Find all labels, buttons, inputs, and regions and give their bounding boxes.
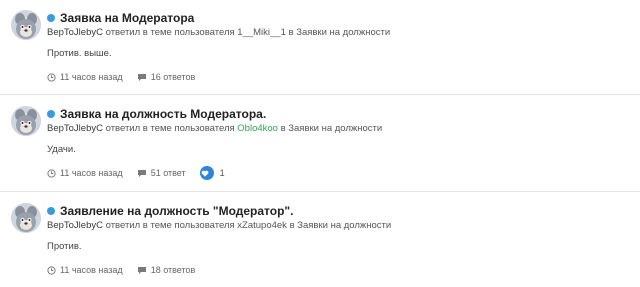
thread-starter-link[interactable]: Oblo4koo [237,123,278,134]
thread-title-row: Заявка на должность Модератора. [47,106,266,122]
in-text: в [288,27,294,38]
post-meta: BepToJlebyC ответил в теме пользователя … [47,220,391,234]
avatar[interactable] [11,203,41,233]
post-time[interactable]: 11 часов назад [60,265,123,275]
author-link[interactable]: BepToJlebyC [47,123,103,134]
post-time[interactable]: 11 часов назад [60,72,123,82]
comment-icon [137,266,146,274]
avatar[interactable] [11,106,41,136]
action-text: ответил в теме пользователя [105,220,235,231]
thread-title[interactable]: Заявка на должность Модератора. [60,107,266,121]
post-snippet: Против. [47,241,82,252]
feed-item: Заявка на Модератора BepToJlebyC ответил… [0,0,640,94]
feed-item: Заявка на должность Модератора. BepToJle… [0,96,640,191]
activity-feed: Заявка на Модератора BepToJlebyC ответил… [0,0,640,287]
time-stat: 11 часов назад [47,168,123,178]
replies-stat: 18 ответов [137,265,196,275]
likes-stat: 1 [199,166,225,180]
heart-icon [201,170,208,177]
feed-item: Заявление на должность "Модератор". BepT… [0,193,640,287]
action-text: ответил в теме пользователя [105,123,235,134]
thread-starter-link[interactable]: 1__Miki__1 [237,27,286,38]
in-text: в [289,220,295,231]
reply-count: 18 ответов [150,265,196,275]
like-badge[interactable] [199,166,214,180]
thread-title[interactable]: Заявление на должность "Модератор". [60,204,293,218]
replies-stat: 16 ответов [137,72,196,82]
clock-icon [47,265,56,275]
unread-dot-icon [47,14,55,22]
post-stats: 11 часов назад 18 ответов [47,263,209,277]
author-link[interactable]: BepToJlebyC [47,220,103,231]
thread-title[interactable]: Заявка на Модератора [60,11,194,25]
post-meta: BepToJlebyC ответил в теме пользователя … [47,27,390,41]
divider [0,94,640,95]
forum-link[interactable]: Заявки на должности [288,123,382,134]
thread-starter-link[interactable]: xZatupo4ek [237,220,287,231]
post-snippet: Удачи. [47,144,76,155]
post-meta: BepToJlebyC ответил в теме пользователя … [47,123,382,137]
comment-icon [137,169,146,177]
in-text: в [280,123,286,134]
time-stat: 11 часов назад [47,265,123,275]
comment-icon [137,73,146,81]
post-stats: 11 часов назад 51 ответ 1 [47,166,239,180]
clock-icon [47,72,56,82]
action-text: ответил в теме пользователя [105,27,235,38]
post-snippet: Против. выше. [47,48,112,59]
replies-stat: 51 ответ [137,168,186,178]
divider [0,191,640,192]
like-count[interactable]: 1 [220,168,225,178]
post-stats: 11 часов назад 16 ответов [47,70,209,84]
post-time[interactable]: 11 часов назад [60,168,123,178]
author-link[interactable]: BepToJlebyC [47,27,103,38]
thread-title-row: Заявление на должность "Модератор". [47,203,293,219]
unread-dot-icon [47,110,55,118]
unread-dot-icon [47,207,55,215]
forum-link[interactable]: Заявки на должности [296,27,390,38]
time-stat: 11 часов назад [47,72,123,82]
clock-icon [47,168,56,178]
thread-title-row: Заявка на Модератора [47,10,194,26]
reply-count: 51 ответ [150,168,186,178]
avatar[interactable] [11,10,41,40]
forum-link[interactable]: Заявки на должности [297,220,391,231]
reply-count: 16 ответов [150,72,196,82]
